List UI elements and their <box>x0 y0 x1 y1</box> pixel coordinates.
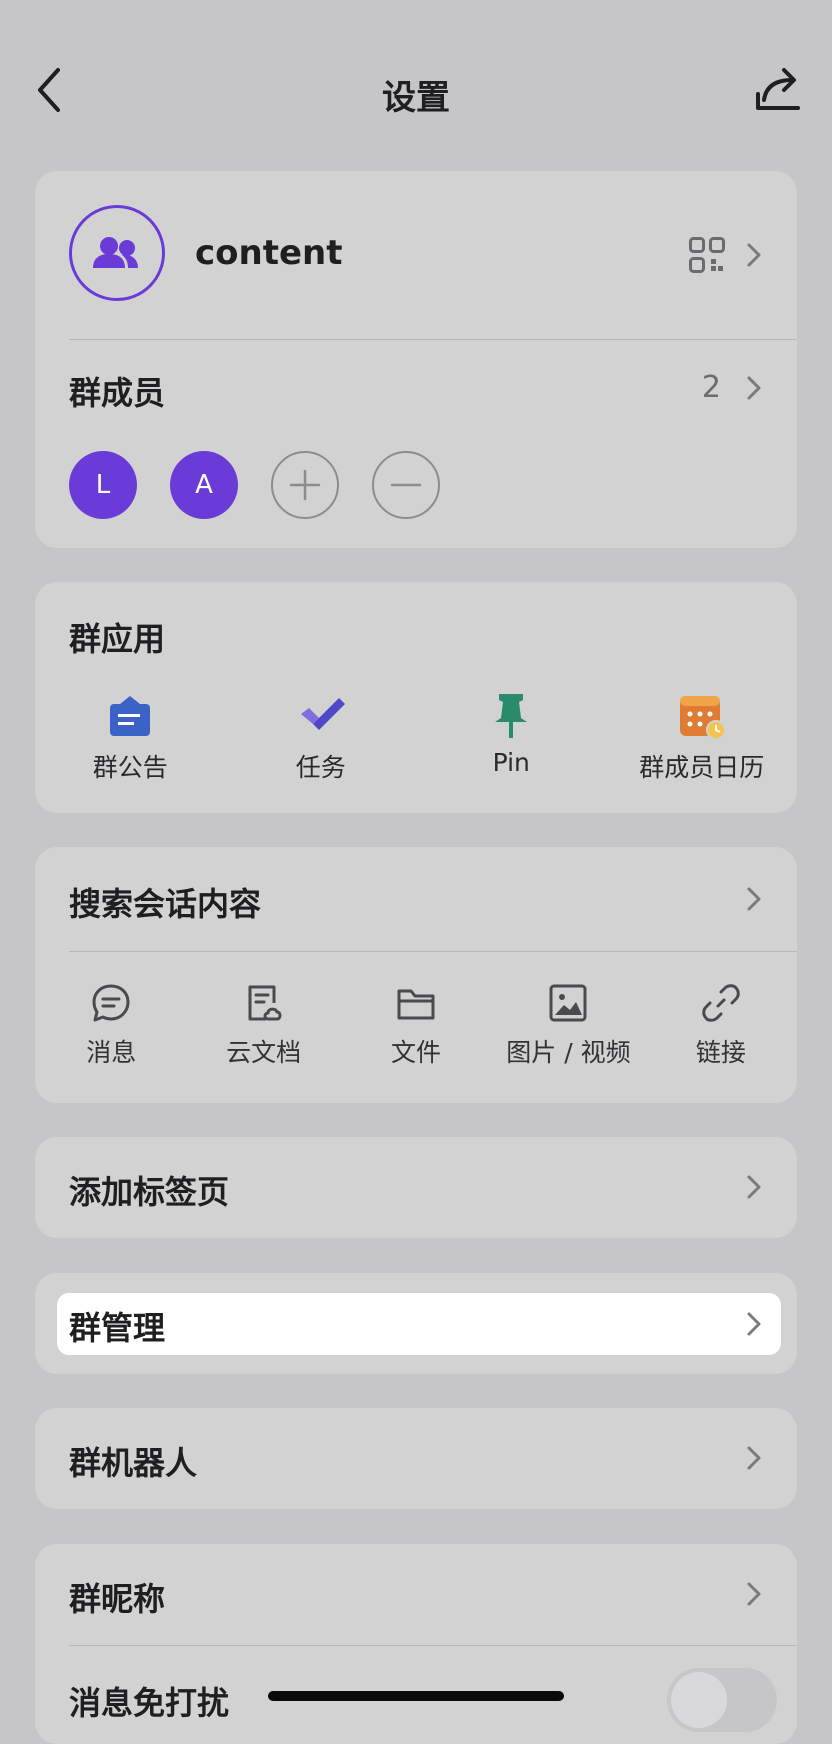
member-avatar[interactable]: A <box>170 451 238 519</box>
qr-code-icon[interactable] <box>689 237 725 273</box>
settings-screen: 设置 content 群成员 2 L A 群应用 群公告 任务 Pin 群成员日… <box>0 0 832 1744</box>
search-content-card: 搜索会话内容 消息 云文档 文件 图片 / 视频 链接 <box>35 847 797 1103</box>
group-name: content <box>195 233 343 273</box>
search-content-title: 搜索会话内容 <box>69 885 262 923</box>
search-label: 链接 <box>695 1038 746 1067</box>
link-icon <box>702 984 740 1022</box>
add-tab-label: 添加标签页 <box>69 1173 230 1211</box>
app-label: 群公告 <box>92 753 168 782</box>
remove-member-button[interactable] <box>372 451 440 519</box>
calendar-icon <box>679 696 726 740</box>
search-label: 消息 <box>86 1038 137 1067</box>
group-nickname-row[interactable]: 群昵称 <box>35 1544 797 1645</box>
group-nickname-label: 群昵称 <box>69 1580 166 1618</box>
search-filter-grid: 消息 云文档 文件 图片 / 视频 链接 <box>35 983 797 1069</box>
group-avatar[interactable] <box>69 205 165 301</box>
search-links[interactable]: 链接 <box>645 983 797 1069</box>
chevron-right-icon <box>747 1312 761 1336</box>
chevron-right-icon <box>747 376 761 400</box>
search-label: 图片 / 视频 <box>506 1038 631 1067</box>
task-icon <box>300 698 345 730</box>
announcement-icon <box>110 696 151 736</box>
app-pin[interactable]: Pin <box>416 692 607 784</box>
add-member-button[interactable] <box>271 451 339 519</box>
message-icon <box>92 984 130 1022</box>
member-count: 2 <box>701 370 721 405</box>
folder-icon <box>397 989 435 1020</box>
add-tab-row[interactable]: 添加标签页 <box>35 1137 797 1238</box>
search-label: 文件 <box>391 1038 442 1067</box>
member-avatar[interactable]: L <box>69 451 137 519</box>
member-initial: A <box>195 470 213 500</box>
search-images-videos[interactable]: 图片 / 视频 <box>492 983 644 1069</box>
group-management-card: 群管理 <box>35 1273 797 1374</box>
home-indicator <box>268 1691 564 1701</box>
app-label: 任务 <box>295 753 346 782</box>
group-bots-label: 群机器人 <box>69 1444 198 1482</box>
app-label: 群成员日历 <box>639 753 765 782</box>
share-icon[interactable] <box>754 64 802 116</box>
search-content-row[interactable]: 搜索会话内容 <box>35 847 797 951</box>
members-row[interactable]: 群成员 2 <box>35 340 797 430</box>
nickname-mute-card: 群昵称 消息免打扰 <box>35 1544 797 1744</box>
group-people-icon <box>93 237 138 268</box>
apps-title: 群应用 <box>69 620 166 658</box>
page-title: 设置 <box>382 78 450 118</box>
member-initial: L <box>95 470 111 500</box>
group-management-row[interactable]: 群管理 <box>57 1293 781 1355</box>
cloud-doc-icon <box>248 985 282 1021</box>
group-bots-row[interactable]: 群机器人 <box>35 1408 797 1509</box>
chevron-right-icon <box>747 887 761 911</box>
app-announcement[interactable]: 群公告 <box>35 692 226 784</box>
image-icon <box>549 984 587 1022</box>
app-member-calendar[interactable]: 群成员日历 <box>607 692 798 784</box>
group-profile-row[interactable]: content <box>35 171 797 339</box>
pin-icon <box>495 694 528 738</box>
group-apps-card: 群应用 群公告 任务 Pin 群成员日历 <box>35 582 797 813</box>
minus-icon <box>390 483 422 487</box>
divider <box>69 1645 797 1646</box>
app-label: Pin <box>492 748 530 777</box>
plus-icon <box>289 469 321 501</box>
chevron-right-icon <box>747 1446 761 1470</box>
mute-toggle[interactable] <box>667 1668 777 1732</box>
divider <box>69 951 797 952</box>
search-messages[interactable]: 消息 <box>35 983 187 1069</box>
chevron-right-icon <box>747 1175 761 1199</box>
mute-label: 消息免打扰 <box>69 1684 230 1722</box>
search-files[interactable]: 文件 <box>340 983 492 1069</box>
group-management-label: 群管理 <box>69 1309 166 1347</box>
apps-grid: 群公告 任务 Pin 群成员日历 <box>35 692 797 784</box>
nav-header: 设置 <box>0 40 832 140</box>
search-cloud-docs[interactable]: 云文档 <box>187 983 339 1069</box>
app-task[interactable]: 任务 <box>226 692 417 784</box>
chevron-right-icon <box>747 243 761 267</box>
group-info-card: content 群成员 2 L A <box>35 171 797 548</box>
members-label: 群成员 <box>69 374 166 412</box>
search-label: 云文档 <box>226 1038 302 1067</box>
chevron-right-icon <box>747 1582 761 1606</box>
